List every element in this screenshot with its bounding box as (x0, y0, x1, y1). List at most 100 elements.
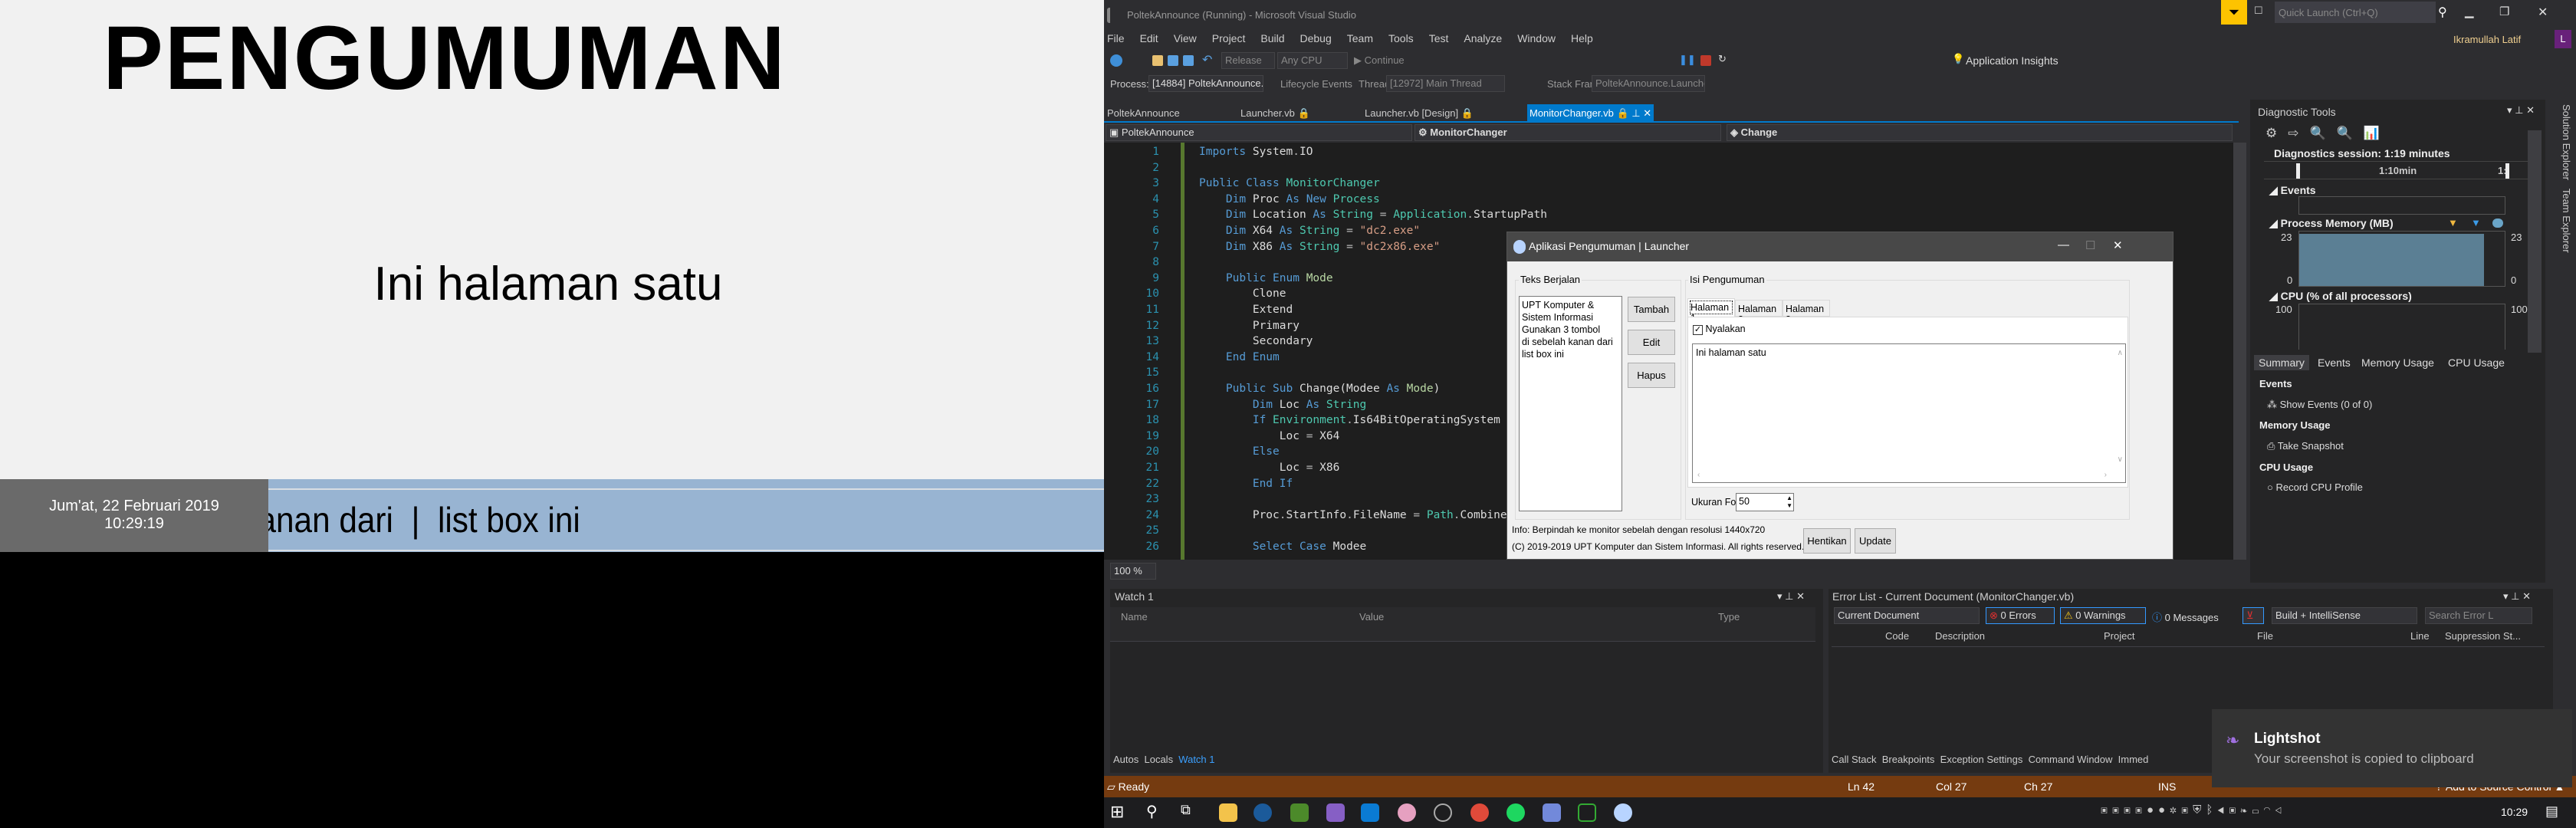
code-line[interactable]: Extend (1199, 304, 1293, 316)
project-dropdown[interactable]: ▣ PoltekAnnounce (1106, 124, 1412, 141)
diag-scrollbar[interactable] (2528, 130, 2542, 353)
scroll-down-icon[interactable]: ∨ (2118, 455, 2123, 464)
break-all-icon[interactable]: ❚❚ (1679, 54, 1696, 66)
clear-filter-icon[interactable]: ⊻ (2242, 607, 2264, 624)
tab-events[interactable]: Events (2318, 356, 2351, 369)
menu-tools[interactable]: Tools (1388, 32, 1414, 44)
code-line[interactable]: Public Sub Change(Modee As Mode) (1199, 383, 1440, 395)
class-dropdown[interactable]: ⚙ MonitorChanger (1414, 124, 1721, 141)
code-line[interactable]: Dim Location As String = Application.Sta… (1199, 209, 1547, 221)
menu-debug[interactable]: Debug (1300, 32, 1332, 44)
app-icon[interactable] (1398, 803, 1416, 822)
restart-icon[interactable]: ↻ (1718, 53, 1727, 65)
list-item[interactable]: Gunakan 3 tombol (1522, 324, 1619, 336)
notification-flag-icon[interactable]: ⏷ (2221, 0, 2247, 25)
tab-watch-1[interactable]: Watch 1 (1178, 754, 1214, 765)
vscode-icon[interactable] (1361, 803, 1379, 822)
scroll-right-icon[interactable]: › (2104, 471, 2107, 479)
tab-monitorchanger-vb[interactable]: MonitorChanger.vb 🔒 ⊥ ✕ (1527, 104, 1654, 121)
feedback-icon[interactable]: ☐ (2254, 5, 2271, 20)
error-search-input[interactable]: Search Error L (2425, 607, 2532, 624)
tab-summary[interactable]: Summary (2254, 355, 2309, 370)
undo-icon[interactable]: ↶ (1202, 52, 1212, 67)
record-cpu-profile-button[interactable]: ○ Record CPU Profile (2267, 481, 2363, 493)
navigate-back-icon[interactable] (1110, 54, 1122, 67)
tab-locals[interactable]: Locals (1144, 754, 1173, 765)
timeline-ruler[interactable]: 1:10min 1: (2264, 161, 2540, 179)
menu-window[interactable]: Window (1517, 32, 1556, 44)
lifecycle-events-button[interactable]: Lifecycle Events (1280, 78, 1352, 90)
obs-icon[interactable] (1434, 803, 1452, 822)
tambah-button[interactable]: Tambah (1628, 297, 1675, 322)
tab-autos[interactable]: Autos (1113, 754, 1138, 765)
errors-filter-button[interactable]: ⊗ 0 Errors (1986, 607, 2055, 624)
events-section[interactable]: ◢ Events (2269, 184, 2316, 197)
tab-cpu-usage[interactable]: CPU Usage (2448, 356, 2505, 369)
solution-explorer-tab[interactable]: Solution Explorer (2561, 104, 2572, 180)
announcement-textarea[interactable]: Ini halaman satu ∧ ∨ ‹ › (1692, 343, 2126, 483)
team-explorer-tab[interactable]: Team Explorer (2561, 189, 2572, 253)
menu-edit[interactable]: Edit (1140, 32, 1158, 44)
zoom-dropdown[interactable]: 100 % (1110, 563, 1156, 580)
memory-section[interactable]: ◢ Process Memory (MB) (2269, 217, 2394, 230)
quick-launch-input[interactable]: Quick Launch (Ctrl+Q) (2275, 2, 2436, 23)
menu-build[interactable]: Build (1260, 32, 1284, 44)
chrome-icon[interactable] (1470, 803, 1489, 822)
code-line[interactable]: Dim X86 As String = "dc2x86.exe" (1199, 241, 1440, 253)
ticker-listbox[interactable]: UPT Komputer & Sistem Informasi Gunakan … (1519, 296, 1622, 511)
edit-button[interactable]: Edit (1628, 330, 1675, 355)
taskbar-clock[interactable]: 10:29 (2501, 806, 2528, 818)
file-explorer-icon[interactable] (1219, 803, 1237, 822)
process-dropdown[interactable]: [14884] PoltekAnnounce.exe (1148, 75, 1263, 92)
application-insights-button[interactable]: Application Insights (1966, 54, 2058, 67)
code-line[interactable]: Else (1199, 445, 1280, 458)
config-dropdown[interactable]: Release (1221, 52, 1275, 69)
tab-command-window[interactable]: Command Window (2029, 754, 2113, 765)
stop-icon[interactable] (1700, 55, 1711, 66)
code-line[interactable]: Secondary (1199, 335, 1313, 347)
font-size-stepper[interactable]: 50 ▲ ▼ (1736, 493, 1794, 511)
nvidia-icon[interactable] (1290, 803, 1309, 822)
tab-poltekannounce[interactable]: PoltekAnnounce (1107, 107, 1180, 119)
start-icon[interactable]: ⊞ (1110, 802, 1124, 822)
discord-icon[interactable] (1543, 803, 1561, 822)
tab-exception-settings[interactable]: Exception Settings (1940, 754, 2023, 765)
tab-memory-usage[interactable]: Memory Usage (2361, 356, 2434, 369)
stepper-arrows-icon[interactable]: ▲ ▼ (1786, 495, 1792, 510)
screen-icon[interactable] (1578, 803, 1596, 822)
code-line[interactable]: Primary (1199, 320, 1300, 332)
hapus-button[interactable]: Hapus (1628, 363, 1675, 388)
code-line[interactable]: Imports System.IO (1199, 146, 1313, 158)
list-item[interactable]: UPT Komputer & Sistem Informasi (1522, 299, 1619, 324)
code-line[interactable]: Proc.StartInfo.FileName = Path.Combine (1199, 509, 1507, 521)
restore-button[interactable]: ❐ (2499, 5, 2509, 18)
menu-view[interactable]: View (1174, 32, 1197, 44)
code-line[interactable]: End If (1199, 478, 1293, 490)
system-tray-icons[interactable]: ▣▣▣▣●●✲▣⛨ᛒ◀▣❧▭◠◁ (2101, 803, 2286, 816)
tab-halaman-3[interactable]: Halaman 3 (1783, 300, 1830, 325)
close-button[interactable]: ✕ (2113, 238, 2123, 252)
code-line[interactable]: If Environment.Is64BitOperatingSystem (1199, 414, 1500, 426)
close-tab-icon[interactable]: ✕ (1643, 107, 1651, 119)
scroll-up-icon[interactable]: ∧ (2118, 349, 2123, 357)
minimize-button[interactable]: — (2058, 238, 2069, 251)
pin-icon[interactable]: ⊥ (1631, 107, 1640, 119)
tab-immediate[interactable]: Immed (2118, 754, 2149, 765)
panel-controls[interactable]: ▾ ⊥ ✕ (2503, 590, 2531, 603)
show-events-link[interactable]: ⁂ Show Events (0 of 0) (2267, 399, 2372, 411)
menu-team[interactable]: Team (1347, 32, 1373, 44)
tab-launcher-design[interactable]: Launcher.vb [Design] 🔒 (1365, 107, 1474, 120)
code-line[interactable]: Public Class MonitorChanger (1199, 177, 1380, 189)
action-center-icon[interactable]: ▤ (2545, 803, 2558, 820)
scope-dropdown[interactable]: Current Document (1834, 607, 1980, 624)
menu-project[interactable]: Project (1212, 32, 1246, 44)
member-dropdown[interactable]: ◈ Change (1727, 124, 2233, 141)
editor-scrollbar[interactable] (2233, 143, 2246, 560)
spotify-icon[interactable] (1506, 803, 1525, 822)
search-icon[interactable]: ⚲ (1146, 802, 1158, 821)
thread-dropdown[interactable]: [12972] Main Thread (1386, 75, 1505, 92)
search-icon[interactable]: ⚲ (2438, 5, 2447, 20)
tab-launcher-vb[interactable]: Launcher.vb 🔒 (1240, 107, 1310, 120)
close-button[interactable]: ✕ (2538, 5, 2548, 20)
save-all-icon[interactable] (1183, 55, 1194, 66)
